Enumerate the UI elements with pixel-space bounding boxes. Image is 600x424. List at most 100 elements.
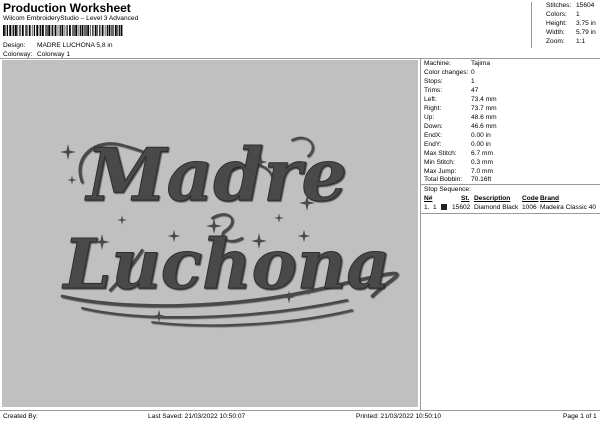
summary-value: 3.75 in <box>576 20 596 27</box>
barcode-bar <box>120 25 123 36</box>
info-value: 1 <box>471 78 475 85</box>
info-label: EndX: <box>424 132 442 139</box>
barcode-bar <box>31 25 33 36</box>
info-value: 0.00 in <box>471 141 491 148</box>
info-value: 0.3 mm <box>471 159 493 166</box>
barcode-bar <box>79 25 81 36</box>
barcode-bar <box>17 25 19 36</box>
column-header: Code <box>522 195 539 202</box>
info-value: 73.4 mm <box>471 96 497 103</box>
barcode-bar <box>66 25 68 36</box>
barcode-bar <box>6 25 8 36</box>
design-text-line2: Luchona <box>62 225 391 305</box>
divider <box>420 58 421 410</box>
table-cell: 1006 <box>522 204 537 211</box>
barcode-bar <box>33 25 35 36</box>
software-name: Wilcom EmbroideryStudio – Level 3 Advanc… <box>3 15 139 22</box>
info-value: 0 <box>471 69 475 76</box>
sparkle-icon <box>67 175 77 185</box>
summary-label: Zoom: <box>546 38 565 45</box>
summary-value: 1:1 <box>576 38 586 45</box>
barcode-bar <box>48 25 51 36</box>
footer-created-by: Created By: <box>3 413 38 420</box>
barcode-bar <box>87 25 90 36</box>
design-preview: Madre Luchona <box>2 60 418 407</box>
barcode-bar <box>73 25 75 36</box>
info-label: Stops: <box>424 78 443 85</box>
barcode-bar <box>75 25 78 36</box>
info-value: 70.16ft <box>471 176 492 183</box>
barcode-bar <box>3 25 5 36</box>
barcode-bar <box>81 25 84 36</box>
summary-label: Stitches: <box>546 2 572 9</box>
barcode-bar <box>50 25 52 36</box>
barcode-bar <box>111 25 112 36</box>
barcode <box>3 25 123 36</box>
barcode-bar <box>94 25 97 36</box>
summary-label: Height: <box>546 20 567 27</box>
barcode-bar <box>112 25 114 36</box>
divider <box>0 58 600 59</box>
sparkle-icon <box>60 144 76 160</box>
info-value: 46.6 mm <box>471 123 497 130</box>
info-value: 48.6 mm <box>471 114 497 121</box>
barcode-bar <box>36 25 39 36</box>
barcode-bar <box>26 25 28 36</box>
barcode-bar <box>21 25 24 36</box>
barcode-bar <box>108 25 111 36</box>
info-label: Color changes: <box>424 69 469 76</box>
barcode-bar <box>101 25 104 36</box>
barcode-bar <box>28 25 31 36</box>
barcode-bar <box>117 25 118 36</box>
info-label: Right: <box>424 105 442 112</box>
summary-value: 1 <box>576 11 580 18</box>
colorway-value: Colorway 1 <box>37 51 70 58</box>
barcode-bar <box>114 25 117 36</box>
barcode-bar <box>45 25 46 36</box>
table-cell: 1. <box>424 204 430 211</box>
worksheet-title: Production Worksheet <box>3 1 131 15</box>
barcode-bar <box>38 25 40 36</box>
barcode-bar <box>104 25 106 36</box>
barcode-bar <box>52 25 54 36</box>
barcode-bar <box>106 25 108 36</box>
info-value: 7.0 mm <box>471 168 493 175</box>
table-cell: 15602 <box>452 204 471 211</box>
summary-label: Width: <box>546 29 565 36</box>
info-label: Min Stitch: <box>424 159 455 166</box>
table-cell: Diamond Black <box>474 204 519 211</box>
color-swatch <box>441 204 447 210</box>
barcode-bar <box>25 25 26 36</box>
barcode-bar <box>118 25 120 36</box>
summary-value: 5.79 in <box>576 29 596 36</box>
divider <box>0 410 600 411</box>
summary-panel: Stitches: 15604 Colors: 1 Height: 3.75 i… <box>531 2 600 48</box>
barcode-bar <box>59 25 61 36</box>
barcode-bar <box>77 25 79 36</box>
barcode-bar <box>92 25 94 36</box>
barcode-bar <box>5 25 7 36</box>
info-label: Machine: <box>424 60 451 67</box>
embroidery-design: Madre Luchona <box>60 132 399 327</box>
info-label: Left: <box>424 96 437 103</box>
info-label: Total Bobbin: <box>424 176 463 183</box>
barcode-bar <box>40 25 42 36</box>
barcode-bar <box>9 25 12 36</box>
design-label: Design: <box>3 42 26 49</box>
divider <box>421 184 600 185</box>
barcode-bar <box>85 25 87 36</box>
barcode-bar <box>57 25 59 36</box>
footer-last-saved: Last Saved: 21/03/2022 10:50:07 <box>148 413 246 420</box>
barcode-bar <box>72 25 73 36</box>
column-header: Description <box>474 195 511 202</box>
barcode-bar <box>64 25 66 36</box>
stop-sequence-title: Stop Sequence: <box>424 186 471 193</box>
info-label: EndY: <box>424 141 442 148</box>
summary-label: Colors: <box>546 11 567 18</box>
info-value: 6.7 mm <box>471 150 493 157</box>
footer-page: Page 1 of 1 <box>563 413 597 420</box>
barcode-bar <box>42 25 44 36</box>
design-value: MADRE LUCHONA 5,8 in <box>37 42 113 49</box>
barcode-bar <box>69 25 71 36</box>
barcode-bar <box>90 25 91 36</box>
